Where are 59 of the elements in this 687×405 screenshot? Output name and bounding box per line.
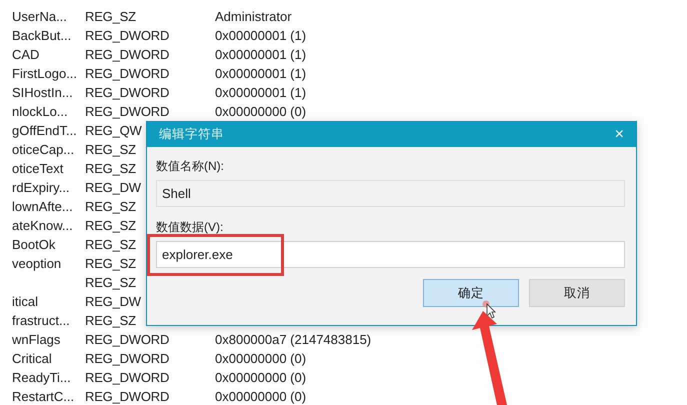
value-type: REG_QW — [85, 123, 142, 138]
cancel-button[interactable]: 取消 — [529, 279, 625, 307]
value-type: REG_DW — [85, 294, 141, 309]
value-type: REG_SZ — [85, 256, 136, 271]
value-data: Administrator — [215, 9, 292, 24]
field-label: 数值名称(N): — [156, 158, 225, 175]
value-data: 0x00000001 (1) — [215, 47, 306, 62]
value-type: REG_SZ — [85, 218, 136, 233]
value-name: Critical — [12, 351, 52, 366]
value-type: REG_SZ — [85, 313, 136, 328]
ok-button[interactable]: 确定 — [423, 279, 519, 307]
value-type: REG_SZ — [85, 275, 136, 290]
value-name: frastruct... — [12, 313, 70, 328]
value-name: oticeCap... — [12, 142, 74, 157]
value-type: REG_DWORD — [85, 85, 170, 100]
value-type: REG_SZ — [85, 199, 136, 214]
value-name: wnFlags — [12, 332, 60, 347]
value-data: 0x00000000 (0) — [215, 351, 306, 366]
value-type: REG_DWORD — [85, 370, 170, 385]
value-type: REG_DWORD — [85, 104, 170, 119]
value-data: 0x00000001 (1) — [215, 28, 306, 43]
value-type: REG_DWORD — [85, 47, 170, 62]
value-type: REG_SZ — [85, 161, 136, 176]
value-name: RestartC... — [12, 389, 74, 404]
value-type: REG_DWORD — [85, 389, 170, 404]
value-name: BackBut... — [12, 28, 72, 43]
value-data: 0x00000001 (1) — [215, 85, 306, 100]
value-name: itical — [12, 294, 38, 309]
value-type: REG_SZ — [85, 9, 136, 24]
value-name: ateKnow... — [12, 218, 73, 233]
value-name: BootOk — [12, 237, 56, 252]
value-type: REG_SZ — [85, 237, 136, 252]
value-type: REG_DWORD — [85, 66, 170, 81]
name-field[interactable]: Shell — [156, 180, 625, 207]
value-data: 0x00000000 (0) — [215, 389, 306, 404]
window-title: 编辑字符串 — [159, 126, 224, 143]
value-data: 0x00000000 (0) — [215, 104, 306, 119]
value-type: REG_DWORD — [85, 332, 170, 347]
value-name: SIHostIn... — [12, 85, 73, 100]
value-name: FirstLogo... — [12, 66, 78, 81]
value-name: CAD — [12, 47, 40, 62]
value-name: ReadyTi... — [12, 370, 71, 385]
cursor-icon — [486, 303, 496, 319]
value-name: lownAfte... — [12, 199, 73, 214]
value-type: REG_DW — [85, 180, 141, 195]
value-type: REG_DWORD — [85, 351, 170, 366]
value-name: UserNa... — [12, 9, 67, 24]
value-data: 0x800000a7 (2147483815) — [215, 332, 372, 347]
field-label: 数值数据(V): — [156, 219, 224, 236]
value-data: 0x00000000 (0) — [215, 370, 306, 385]
value-data: 0x00000001 (1) — [215, 66, 306, 81]
value-name: nlockLo... — [12, 104, 68, 119]
value-name: gOffEndT... — [12, 123, 77, 138]
value-name: rdExpiry... — [12, 180, 70, 195]
value-name: veoption — [12, 256, 62, 271]
value-type: REG_DWORD — [85, 28, 170, 43]
data-field[interactable]: explorer.exe — [156, 241, 625, 268]
value-name: oticeText — [12, 161, 64, 176]
value-type: REG_SZ — [85, 142, 136, 157]
